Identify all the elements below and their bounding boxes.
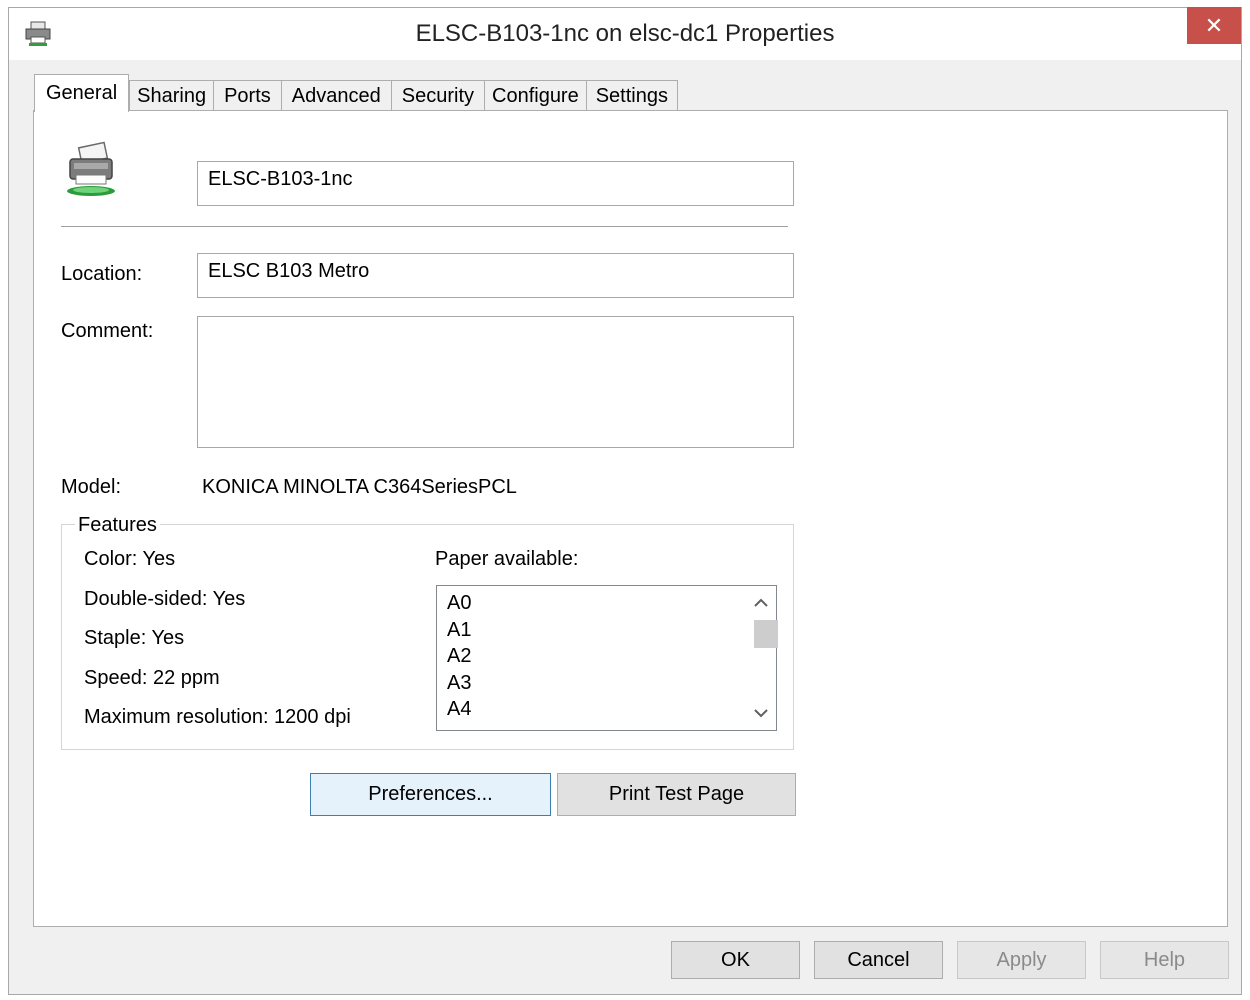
list-item[interactable]: A4: [447, 698, 471, 721]
title-bar: ELSC-B103-1nc on elsc-dc1 Properties ✕: [9, 7, 1241, 60]
location-label: Location:: [61, 263, 143, 285]
preferences-button[interactable]: Preferences...: [310, 773, 551, 816]
general-tab-panel: ELSC-B103-1nc Location: ELSC B103 Metro …: [33, 110, 1228, 927]
tab-general[interactable]: General: [34, 74, 130, 112]
comment-label: Comment:: [61, 320, 154, 342]
cancel-button[interactable]: Cancel: [814, 941, 943, 979]
tab-configure[interactable]: Configure: [484, 80, 587, 112]
comment-field[interactable]: [197, 316, 794, 448]
features-title: Features: [75, 514, 160, 537]
list-item[interactable]: A0: [447, 592, 471, 615]
list-item[interactable]: A1: [447, 619, 471, 642]
model-label: Model:: [61, 476, 122, 498]
location-field[interactable]: ELSC B103 Metro: [197, 253, 794, 298]
feature-speed: Speed: 22 ppm: [84, 667, 220, 689]
chevron-down-icon[interactable]: [746, 700, 776, 726]
feature-color: Color: Yes: [84, 548, 176, 570]
paper-listbox[interactable]: A0 A1 A2 A3 A4: [436, 585, 778, 731]
chevron-up-icon[interactable]: [746, 590, 776, 616]
print-test-page-button[interactable]: Print Test Page: [557, 773, 796, 816]
paper-available-label: Paper available:: [435, 548, 579, 570]
tab-sharing[interactable]: Sharing: [129, 80, 215, 112]
window-title: ELSC-B103-1nc on elsc-dc1 Properties: [415, 20, 835, 47]
ok-button[interactable]: OK: [671, 941, 800, 979]
tab-ports[interactable]: Ports: [213, 80, 282, 112]
network-printer-icon: [67, 141, 115, 196]
close-button[interactable]: ✕: [1187, 7, 1241, 44]
divider: [61, 226, 788, 227]
tab-strip: General Sharing Ports Advanced Security …: [34, 74, 678, 112]
properties-dialog: ELSC-B103-1nc on elsc-dc1 Properties ✕ G…: [8, 7, 1242, 995]
model-value: KONICA MINOLTA C364SeriesPCL: [202, 476, 517, 498]
list-item[interactable]: A2: [447, 645, 471, 668]
scroll-thumb[interactable]: [754, 620, 778, 648]
feature-staple: Staple: Yes: [84, 627, 185, 649]
apply-button[interactable]: Apply: [957, 941, 1086, 979]
feature-double-sided: Double-sided: Yes: [84, 588, 246, 610]
list-item[interactable]: A3: [447, 672, 471, 695]
help-button[interactable]: Help: [1100, 941, 1229, 979]
tab-advanced[interactable]: Advanced: [280, 80, 392, 112]
close-icon: ✕: [1204, 12, 1224, 38]
feature-max-resolution: Maximum resolution: 1200 dpi: [84, 706, 351, 728]
tab-settings[interactable]: Settings: [585, 80, 678, 112]
paper-scrollbar[interactable]: [746, 586, 778, 730]
printer-name-field[interactable]: ELSC-B103-1nc: [197, 161, 794, 206]
tab-security[interactable]: Security: [390, 80, 485, 112]
